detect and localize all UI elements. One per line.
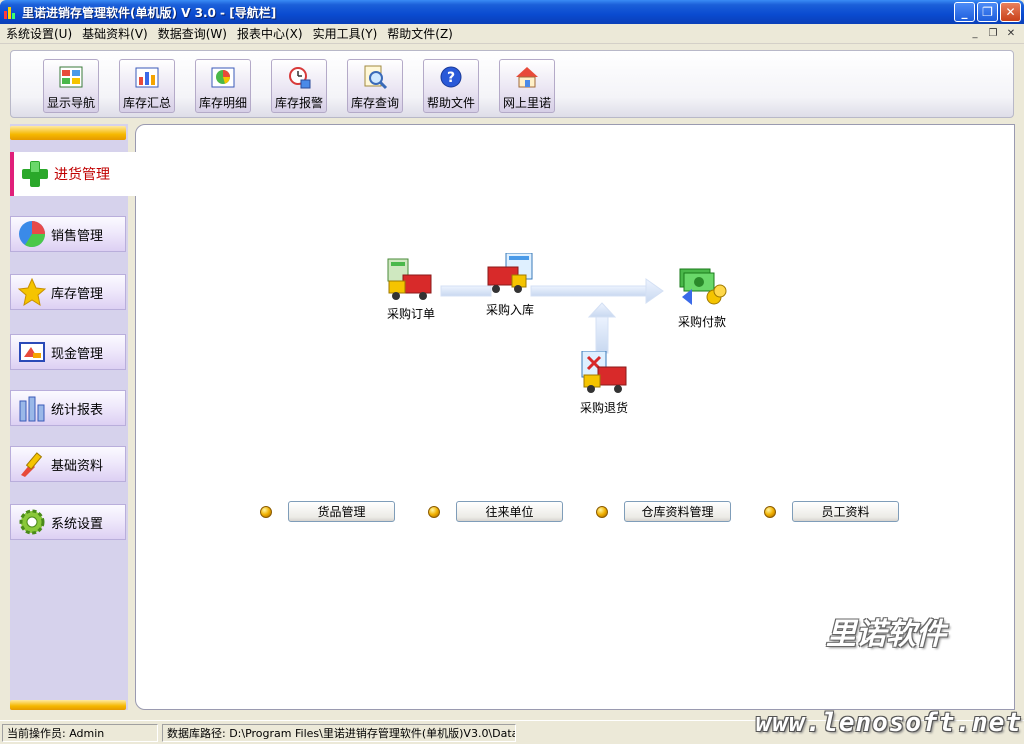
tb-label: 库存明细 [198, 96, 247, 110]
tb-label: 网上里诺 [502, 96, 551, 110]
menu-data-query[interactable]: 数据查询(W) [158, 25, 227, 42]
nav-top-bar [10, 126, 126, 140]
menu-help[interactable]: 帮助文件(Z) [387, 25, 453, 42]
inventory-summary-button[interactable]: 库存汇总 [119, 59, 175, 113]
watermark-brand: 里诺软件 [826, 617, 946, 652]
nav-label: 统计报表 [51, 402, 104, 418]
arrow-head-up [587, 302, 617, 318]
link-group-partners: 往来单位 [428, 501, 563, 522]
inbound-truck-icon [484, 252, 536, 299]
flow-node-purchase-return[interactable]: 采购退货 [578, 350, 630, 416]
nav-item-inventory-management[interactable]: 库存管理 [10, 274, 126, 310]
menu-bar: 系统设置(U) 基础资料(V) 数据查询(W) 报表中心(X) 实用工具(Y) … [0, 24, 1024, 44]
main-toolbar: 显示导航 库存汇总 库存明细 库存报警 库存查询 ? 帮助文件 网上里诺 [10, 50, 1014, 118]
warehouse-data-button[interactable]: 仓库资料管理 [624, 501, 731, 522]
nav-label: 销售管理 [51, 228, 104, 244]
link-group-employees: 员工资料 [764, 501, 899, 522]
tb-label: 库存报警 [274, 96, 323, 110]
brush-icon [17, 449, 47, 479]
bullet-icon [260, 505, 272, 518]
menu-basic-data[interactable]: 基础资料(V) [82, 25, 148, 42]
bar-chart-icon [134, 64, 160, 90]
nav-item-cash-management[interactable]: 现金管理 [10, 334, 126, 370]
arrow-head-payment [645, 278, 664, 304]
mdi-minimize-button[interactable]: _ [968, 27, 982, 40]
navigation-icon [58, 64, 84, 90]
flow-label: 采购退货 [579, 401, 628, 415]
nav-item-purchase-management[interactable]: 进货管理 [10, 152, 136, 196]
partners-button[interactable]: 往来单位 [456, 501, 563, 522]
status-db-path: 数据库路径: D:\Program Files\里诺进销存管理软件(单机版)V3… [162, 723, 516, 742]
order-truck-icon [385, 257, 437, 303]
link-group-goods: 货品管理 [260, 501, 395, 522]
inventory-alarm-button[interactable]: 库存报警 [271, 59, 327, 113]
title-bar: 里诺进销存管理软件(单机版) V 3.0 - [导航栏] _ ❐ ✕ [0, 0, 1024, 24]
tb-label: 库存查询 [350, 96, 399, 110]
alarm-clock-icon [286, 64, 312, 90]
report-bars-icon [17, 393, 47, 423]
flow-node-purchase-order[interactable]: 采购订单 [385, 257, 437, 322]
magnifier-icon [362, 64, 388, 90]
flow-node-purchase-inbound[interactable]: 采购入库 [484, 252, 536, 318]
menu-system-settings[interactable]: 系统设置(U) [6, 25, 72, 42]
bullet-icon [596, 505, 608, 518]
maximize-button[interactable]: ❐ [977, 2, 998, 22]
menu-tools[interactable]: 实用工具(Y) [313, 25, 378, 42]
mdi-close-button[interactable]: ✕ [1004, 27, 1018, 40]
nav-label: 进货管理 [54, 167, 110, 183]
inventory-query-button[interactable]: 库存查询 [347, 59, 403, 113]
gear-icon [17, 507, 47, 537]
money-payment-icon [676, 265, 728, 311]
nav-label: 库存管理 [51, 286, 104, 302]
arrow-inbound-to-payment [530, 285, 647, 297]
close-button[interactable]: ✕ [1000, 2, 1021, 22]
nav-item-system-settings[interactable]: 系统设置 [10, 504, 126, 540]
show-navigation-button[interactable]: 显示导航 [43, 59, 99, 113]
status-operator: 当前操作员: Admin [2, 723, 158, 742]
tb-label: 库存汇总 [122, 96, 171, 110]
globe-icon [17, 219, 47, 249]
window-title: 里诺进销存管理软件(单机版) V 3.0 - [导航栏] [22, 5, 277, 20]
minimize-button[interactable]: _ [954, 2, 975, 22]
navigation-panel: 采购订单 采购入库 采购付款 采购退货 货品管理 往来单位 仓库资料管理 员工资… [135, 124, 1015, 710]
flow-label: 采购订单 [386, 307, 435, 321]
nav-label: 系统设置 [51, 516, 104, 532]
tb-label: 帮助文件 [426, 96, 475, 110]
tb-label: 显示导航 [46, 96, 95, 110]
return-truck-icon [578, 350, 630, 397]
mdi-restore-button[interactable]: ❐ [986, 27, 1000, 40]
nav-label: 现金管理 [51, 346, 104, 362]
arrow-return-up [595, 314, 609, 354]
bullet-icon [764, 505, 776, 518]
goods-management-button[interactable]: 货品管理 [288, 501, 395, 522]
flow-label: 采购付款 [677, 315, 726, 329]
svg-text:?: ? [447, 70, 455, 86]
star-icon [17, 277, 47, 307]
help-icon: ? [438, 64, 464, 90]
menu-report-center[interactable]: 报表中心(X) [237, 25, 303, 42]
nav-item-sales-management[interactable]: 销售管理 [10, 216, 126, 252]
nav-item-statistics-reports[interactable]: 统计报表 [10, 390, 126, 426]
flow-label: 采购入库 [485, 303, 534, 317]
nav-label: 基础资料 [51, 458, 104, 474]
employee-data-button[interactable]: 员工资料 [792, 501, 899, 522]
online-leno-button[interactable]: 网上里诺 [499, 59, 555, 113]
link-group-warehouse: 仓库资料管理 [596, 501, 731, 522]
cash-icon [17, 337, 47, 367]
inventory-detail-button[interactable]: 库存明细 [195, 59, 251, 113]
green-plus-icon [20, 159, 50, 189]
app-logo-icon [4, 5, 18, 19]
nav-item-basic-data[interactable]: 基础资料 [10, 446, 126, 482]
bullet-icon [428, 505, 440, 518]
left-navigation: 进货管理 销售管理 库存管理 现金管理 统计报表 基础资料 系统设置 [10, 124, 136, 710]
nav-bottom-bar [10, 700, 126, 710]
home-icon [514, 64, 540, 90]
flow-node-purchase-payment[interactable]: 采购付款 [676, 265, 728, 330]
help-file-button[interactable]: ? 帮助文件 [423, 59, 479, 113]
pie-chart-icon [210, 64, 236, 90]
watermark-url: www.lenosoft.net [755, 708, 1022, 738]
